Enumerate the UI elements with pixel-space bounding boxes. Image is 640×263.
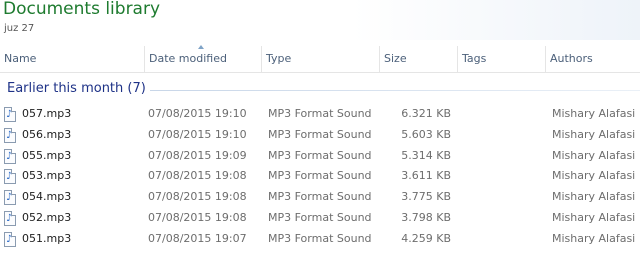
file-row[interactable]: ♪ 056.mp3 07/08/2015 19:10 MP3 Format Sound… [0,125,640,146]
file-row[interactable]: ♪ 051.mp3 07/08/2015 19:07 MP3 Format Sound… [0,229,640,250]
music-file-icon: ♪ [4,107,16,122]
file-date-modified: 07/08/2015 19:09 [148,148,247,162]
file-row[interactable]: ♪ 053.mp3 07/08/2015 19:08 MP3 Format Sound… [0,166,640,187]
file-authors: Mishary Alafasi [552,107,636,120]
column-header-row: Name Date modified Type Size Tags Author… [0,46,640,73]
column-header-date-modified[interactable]: Date modified [145,46,262,72]
file-row[interactable]: ♪ 057.mp3 07/08/2015 19:10 MP3 Format Sound… [0,104,640,125]
file-type: MP3 Format Sound [268,148,372,162]
file-date-modified: 07/08/2015 19:10 [148,107,247,120]
file-size: 4.259 KB [401,231,451,245]
file-size: 3.611 KB [401,169,451,183]
music-note-icon: ♪ [6,233,13,245]
column-header-type[interactable]: Type [262,46,380,72]
group-header[interactable]: Earlier this month (7) [0,78,640,102]
file-type: MP3 Format Sound [268,231,372,245]
file-type: MP3 Format Sound [268,190,372,204]
file-size: 3.798 KB [401,210,451,224]
file-authors: Mishary Alafasi [552,231,636,245]
file-list: ♪ 057.mp3 07/08/2015 19:10 MP3 Format Sound… [0,104,640,250]
file-type: MP3 Format Sound [268,169,372,183]
file-date-modified: 07/08/2015 19:10 [148,127,247,141]
file-date-modified: 07/08/2015 19:08 [148,210,247,224]
file-size: 6.321 KB [401,107,451,120]
file-type: MP3 Format Sound [268,210,372,224]
group-label: Earlier this month (7) [7,81,146,96]
file-size: 5.603 KB [401,127,451,141]
column-header-size[interactable]: Size [380,46,458,72]
file-name: 054.mp3 [22,190,72,204]
file-date-modified: 07/08/2015 19:08 [148,190,247,204]
music-file-icon: ♪ [4,127,16,143]
file-name: 057.mp3 [22,107,72,120]
library-subtitle: juz 27 [4,23,35,34]
music-file-icon: ♪ [4,210,16,226]
music-file-icon: ♪ [4,169,16,185]
file-authors: Mishary Alafasi [552,127,636,141]
file-row[interactable]: ♪ 052.mp3 07/08/2015 19:08 MP3 Format Sound… [0,208,640,229]
column-header-name[interactable]: Name [0,46,145,72]
file-authors: Mishary Alafasi [552,210,636,224]
file-row[interactable]: ♪ 055.mp3 07/08/2015 19:09 MP3 Format Sound… [0,146,640,167]
group-divider [150,90,640,91]
file-type: MP3 Format Sound [268,107,372,120]
file-authors: Mishary Alafasi [552,169,636,183]
music-file-icon: ♪ [4,148,16,164]
music-note-icon: ♪ [6,192,13,204]
column-header-authors[interactable]: Authors [546,46,640,72]
file-authors: Mishary Alafasi [552,190,636,204]
file-date-modified: 07/08/2015 19:07 [148,231,247,245]
music-note-icon: ♪ [6,150,13,162]
file-authors: Mishary Alafasi [552,148,636,162]
file-type: MP3 Format Sound [268,127,372,141]
column-header-tags[interactable]: Tags [458,46,546,72]
file-date-modified: 07/08/2015 19:08 [148,169,247,183]
music-note-icon: ♪ [6,129,13,141]
file-name: 053.mp3 [22,169,72,183]
music-note-icon: ♪ [6,109,13,120]
music-note-icon: ♪ [6,212,13,224]
file-name: 051.mp3 [22,231,72,245]
music-file-icon: ♪ [4,231,16,247]
file-size: 3.775 KB [401,190,451,204]
file-row[interactable]: ♪ 054.mp3 07/08/2015 19:08 MP3 Format Sound… [0,187,640,208]
library-title: Documents library [3,0,161,19]
file-size: 5.314 KB [401,148,451,162]
file-name: 052.mp3 [22,210,72,224]
file-name: 055.mp3 [22,148,72,162]
library-header: Documents library juz 27 [0,0,640,40]
file-name: 056.mp3 [22,127,72,141]
music-note-icon: ♪ [6,171,13,183]
music-file-icon: ♪ [4,190,16,206]
